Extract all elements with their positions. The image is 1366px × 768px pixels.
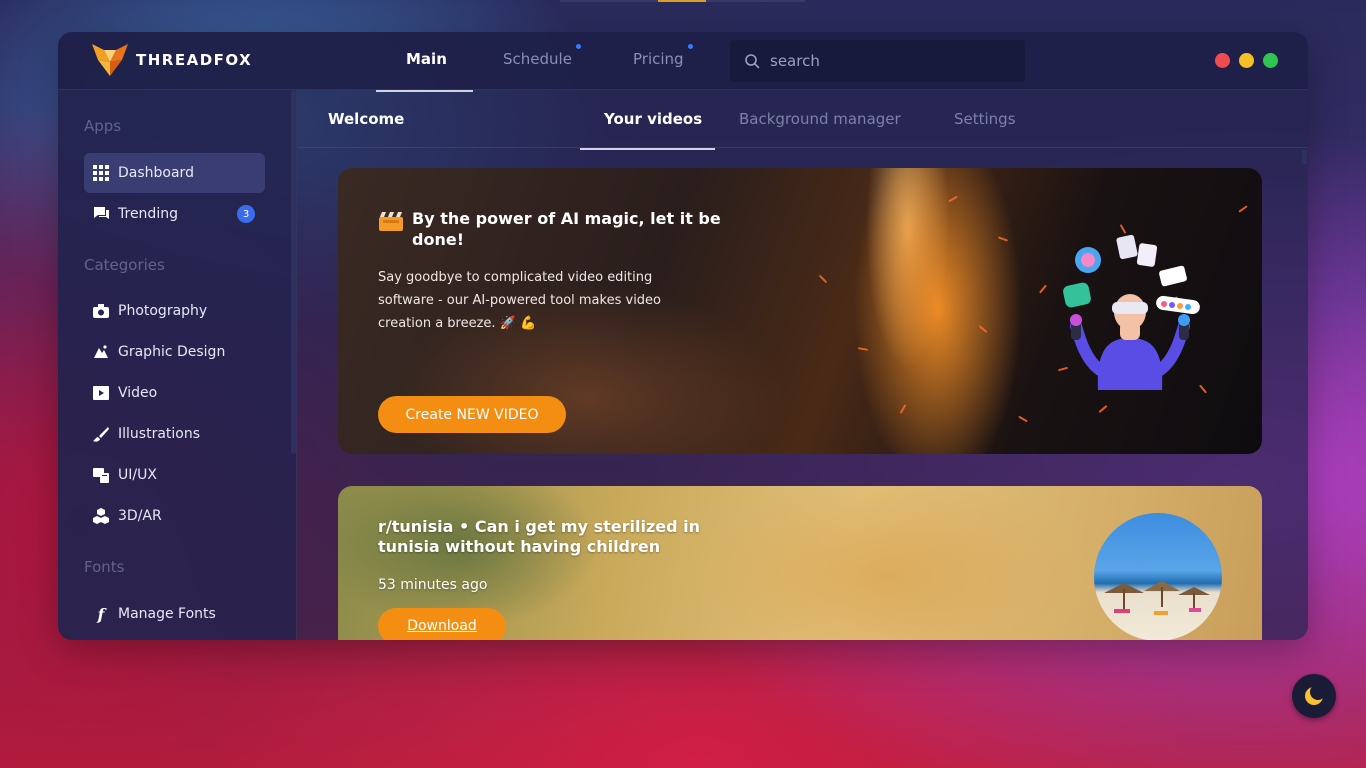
post-title: r/tunisia • Can i get my sterilized in t…	[378, 517, 700, 556]
sidebar-item-label: Trending	[118, 206, 178, 222]
font-icon: f	[97, 604, 105, 624]
notification-dot	[575, 44, 581, 49]
main-content: Welcome Your videos Background manager S…	[298, 90, 1308, 640]
sidebar-scrollbar[interactable]	[291, 90, 296, 454]
tab-settings[interactable]: Settings	[954, 110, 1016, 128]
top-edge-strip	[560, 0, 805, 2]
vr-illustration	[1063, 234, 1200, 390]
cubes-icon	[92, 507, 110, 525]
sidebar-item-label: Video	[118, 385, 158, 401]
hero-description: Say goodbye to complicated video editing…	[378, 270, 662, 331]
sidebar-item-trending[interactable]: Trending 3	[84, 194, 265, 234]
search-icon	[745, 54, 760, 69]
sidebar-item-graphic-design[interactable]: Graphic Design	[84, 332, 265, 372]
sidebar-item-label: UI/UX	[118, 467, 157, 483]
sidebar-item-photography[interactable]: Photography	[84, 291, 265, 331]
minimize-window-button[interactable]	[1239, 53, 1254, 68]
tab-background-manager[interactable]: Background manager	[739, 110, 901, 128]
camera-icon	[92, 302, 110, 320]
sidebar-item-label: Manage Fonts	[118, 606, 216, 622]
grid-icon	[92, 164, 110, 182]
tab-your-videos[interactable]: Your videos	[604, 110, 702, 128]
active-subtab-indicator	[580, 148, 715, 150]
download-button[interactable]: Download	[378, 608, 506, 640]
maximize-window-button[interactable]	[1263, 53, 1278, 68]
sidebar-item-illustrations[interactable]: Illustrations	[84, 414, 265, 454]
tab-schedule-label: Schedule	[503, 50, 572, 68]
section-heading-apps: Apps	[84, 117, 122, 135]
notification-dot	[687, 44, 693, 49]
sidebar-item-3d-ar[interactable]: 3D/AR	[84, 496, 265, 536]
sidebar-item-label: Dashboard	[118, 165, 194, 181]
brush-icon	[92, 425, 110, 443]
logo[interactable]: THREADFOX	[90, 42, 252, 78]
page-title: Welcome	[328, 110, 405, 128]
theme-toggle-button[interactable]	[1292, 674, 1336, 718]
sidebar-item-label: Graphic Design	[118, 344, 226, 360]
hero-title: By the power of AI magic, let it be done…	[412, 209, 721, 249]
clapperboard-icon	[379, 212, 403, 231]
post-timestamp: 53 minutes ago	[378, 577, 488, 593]
section-heading-categories: Categories	[84, 256, 165, 274]
sidebar-item-label: 3D/AR	[118, 508, 162, 524]
post-card: r/tunisia • Can i get my sterilized in t…	[338, 486, 1262, 640]
trending-count-badge: 3	[237, 205, 255, 223]
sidebar: Apps Dashboard Trending 3 Categories Pho…	[58, 90, 297, 640]
sidebar-item-dashboard[interactable]: Dashboard	[84, 153, 265, 193]
moon-icon	[1305, 685, 1325, 705]
app-name: THREADFOX	[136, 51, 253, 69]
sidebar-item-manage-fonts[interactable]: f Manage Fonts	[84, 594, 265, 634]
sub-navigation: Welcome Your videos Background manager S…	[298, 90, 1308, 150]
tab-pricing-label: Pricing	[633, 50, 684, 68]
beach-thumbnail	[1094, 513, 1222, 640]
chat-icon	[92, 205, 110, 223]
video-icon	[92, 384, 110, 402]
sidebar-item-label: Illustrations	[118, 426, 201, 442]
sidebar-item-uiux[interactable]: UI/UX	[84, 455, 265, 495]
create-new-video-button[interactable]: Create NEW VIDEO	[378, 396, 566, 433]
sidebar-item-video[interactable]: Video	[84, 373, 265, 413]
section-heading-fonts: Fonts	[84, 558, 125, 576]
header: THREADFOX Main Schedule Pricing	[58, 32, 1308, 92]
hero-card: By the power of AI magic, let it be done…	[338, 168, 1262, 454]
tab-schedule[interactable]: Schedule	[503, 44, 581, 68]
fox-logo-icon	[92, 44, 128, 76]
search-input[interactable]	[770, 52, 1000, 70]
search-box[interactable]	[730, 40, 1025, 82]
sidebar-item-label: Photography	[118, 303, 208, 319]
hero-heading: By the power of AI magic, let it be done…	[378, 208, 738, 250]
content-scrollbar[interactable]	[1302, 150, 1307, 164]
uiux-icon	[92, 466, 110, 484]
app-window: THREADFOX Main Schedule Pricing Apps	[58, 32, 1308, 640]
close-window-button[interactable]	[1215, 53, 1230, 68]
tab-main[interactable]: Main	[406, 50, 447, 68]
design-icon	[92, 343, 110, 361]
tab-pricing[interactable]: Pricing	[633, 44, 693, 68]
